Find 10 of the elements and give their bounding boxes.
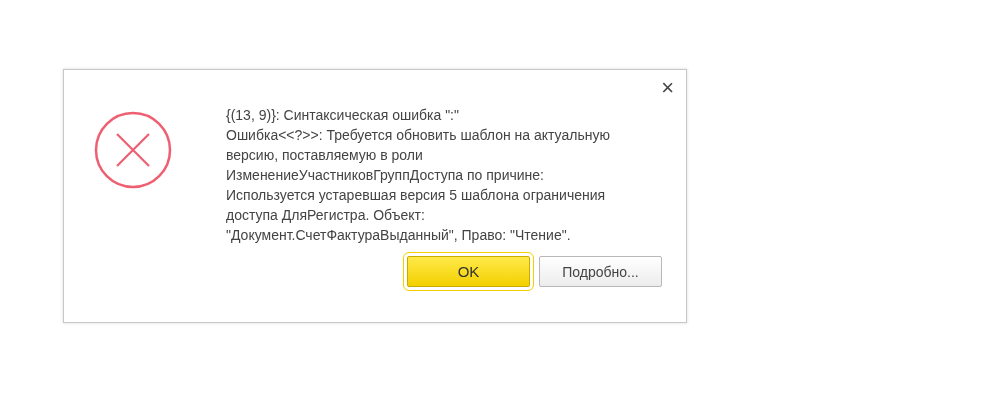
error-icon <box>93 110 173 190</box>
message-line: версию, поставляемую в роли <box>226 146 424 165</box>
close-button[interactable]: × <box>659 78 676 98</box>
message-line: Ошибка<<?>>: Требуется обновить шаблон на актуальную <box>226 126 610 145</box>
message-line: Используется устаревшая версия 5 шаблона ограничения <box>226 186 607 205</box>
message-line: "Документ.СчетФактураВыданный", Право: "Чтение". <box>226 226 572 245</box>
message-line: доступа ДляРегистра. Объект: <box>226 206 426 225</box>
message-line: {(13, 9)}: Синтаксическая ошибка ":" <box>226 106 460 125</box>
message-line: ИзменениеУчастниковГруппДоступа по причине: <box>226 166 545 185</box>
details-button[interactable]: Подробно... <box>539 256 662 287</box>
